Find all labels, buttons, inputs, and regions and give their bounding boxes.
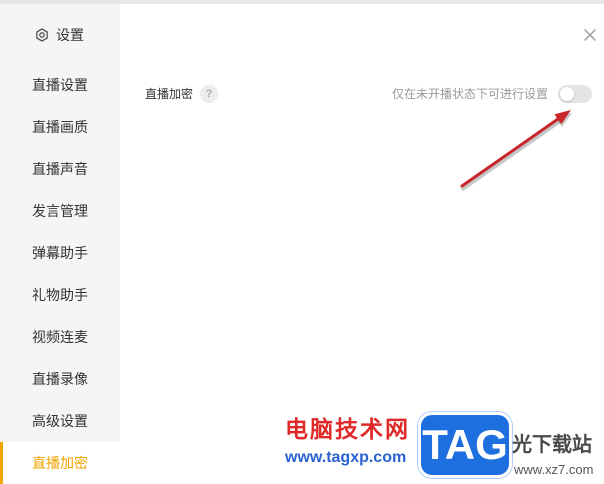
sidebar-item-gift-assistant[interactable]: 礼物助手: [0, 274, 120, 316]
sidebar-item-chat-management[interactable]: 发言管理: [0, 190, 120, 232]
settings-sidebar: 设置 直播设置 直播画质 直播声音 发言管理 弹幕助手 礼物助手 视频连麦 直播…: [0, 0, 120, 484]
watermark-logo: TAG: [418, 412, 512, 478]
sidebar-item-danmaku-assistant[interactable]: 弹幕助手: [0, 232, 120, 274]
sidebar-item-live-settings[interactable]: 直播设置: [0, 64, 120, 106]
window-top-edge: [0, 0, 604, 4]
watermark-site-name: 电脑技术网: [285, 416, 410, 442]
watermark-partner-url: www.xz7.com: [514, 462, 594, 477]
watermark-partner-name: 光下载站: [512, 434, 592, 456]
encryption-toggle[interactable]: [558, 85, 592, 103]
encryption-setting-label: 直播加密: [145, 87, 194, 101]
sidebar-item-live-quality[interactable]: 直播画质: [0, 106, 120, 148]
sidebar-item-video-co-host[interactable]: 视频连麦: [0, 316, 120, 358]
sidebar-item-advanced-settings[interactable]: 高级设置: [0, 400, 120, 442]
sidebar-title: 设置: [56, 27, 84, 43]
sidebar-item-live-audio[interactable]: 直播声音: [0, 148, 120, 190]
watermark-site-url: www.tagxp.com: [285, 449, 407, 466]
encryption-setting-hint: 仅在未开播状态下可进行设置: [391, 87, 548, 101]
sidebar-item-live-encryption[interactable]: 直播加密: [0, 442, 120, 484]
toggle-knob: [560, 87, 574, 101]
sidebar-menu: 直播设置 直播画质 直播声音 发言管理 弹幕助手 礼物助手 视频连麦 直播录像 …: [0, 64, 120, 484]
sidebar-header: 设置: [0, 24, 120, 46]
help-icon[interactable]: ?: [200, 85, 218, 103]
close-icon[interactable]: [584, 29, 596, 41]
sidebar-item-live-recording[interactable]: 直播录像: [0, 358, 120, 400]
gear-icon: [36, 28, 48, 42]
